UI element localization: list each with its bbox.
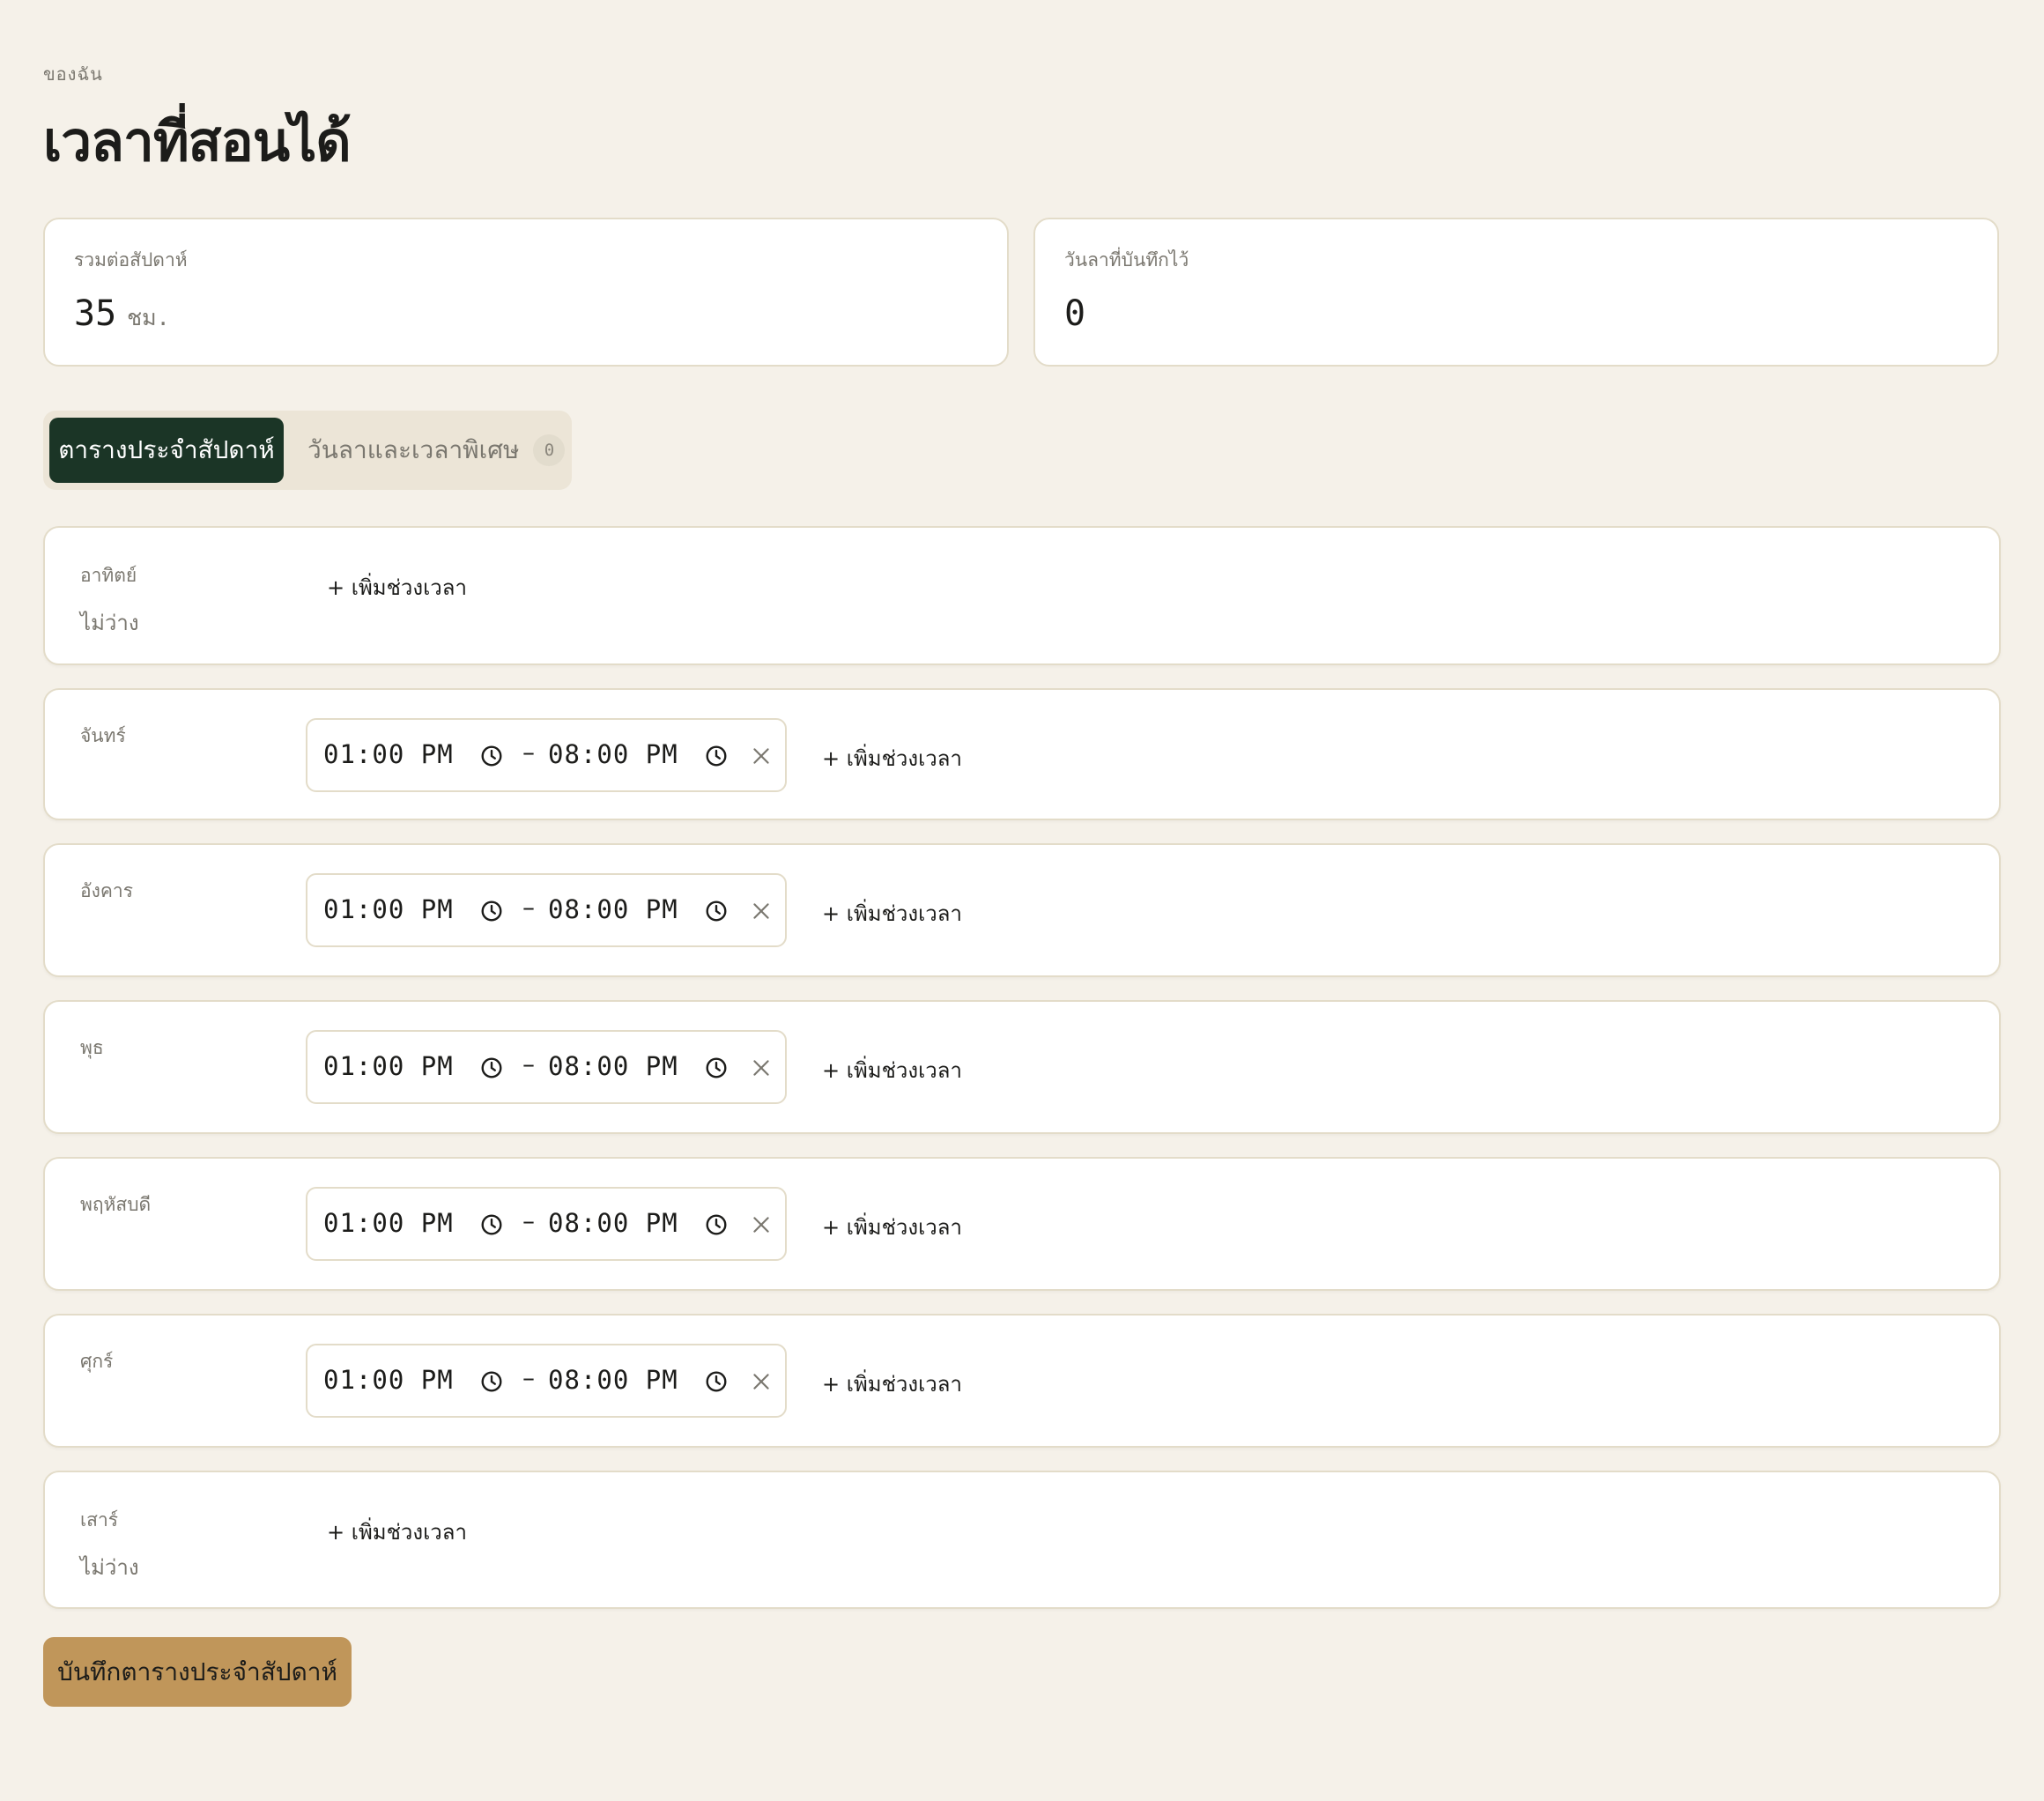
- leave-days-card: วันลาที่บันทึกไว้ 0: [1033, 218, 1999, 367]
- page-eyebrow: ของฉัน: [43, 63, 103, 85]
- day-name: อาทิตย์: [80, 565, 137, 586]
- time-slot: 01:00 PM – 08:00 PM: [306, 1030, 787, 1104]
- leave-days-value: 0: [1064, 293, 1086, 334]
- end-time-input[interactable]: 08:00 PM: [548, 1208, 678, 1238]
- end-time-input[interactable]: 08:00 PM: [548, 739, 678, 769]
- add-slot-button[interactable]: + เพิ่มช่วงเวลา: [822, 741, 962, 775]
- schedule-tabs: ตารางประจำสัปดาห์ วันลาและเวลาพิเศษ 0: [43, 411, 572, 490]
- close-icon[interactable]: [750, 745, 773, 767]
- add-slot-button[interactable]: + เพิ่มช่วงเวลา: [822, 1053, 962, 1087]
- close-icon[interactable]: [750, 1370, 773, 1393]
- clock-icon[interactable]: [480, 745, 503, 767]
- clock-icon[interactable]: [480, 1370, 503, 1393]
- start-time-input[interactable]: 01:00 PM: [323, 1208, 454, 1238]
- clock-icon[interactable]: [480, 1213, 503, 1236]
- add-slot-button[interactable]: + เพิ่มช่วงเวลา: [822, 1210, 962, 1244]
- day-name: พุธ: [80, 1037, 104, 1058]
- tab-weekly-label: ตารางประจำสัปดาห์: [58, 435, 275, 464]
- range-separator: –: [522, 893, 535, 922]
- weekly-total-value: 35 ชม.: [74, 293, 170, 336]
- add-slot-button[interactable]: + เพิ่มช่วงเวลา: [822, 1367, 962, 1401]
- clock-icon[interactable]: [705, 1370, 728, 1393]
- day-card-saturday: เสาร์ ไม่ว่าง + เพิ่มช่วงเวลา: [43, 1471, 2001, 1609]
- clock-icon[interactable]: [705, 1213, 728, 1236]
- range-separator: –: [522, 1363, 535, 1392]
- start-time-input[interactable]: 01:00 PM: [323, 1365, 454, 1395]
- weekly-total-label: รวมต่อสัปดาห์: [74, 249, 188, 271]
- day-name: จันทร์: [80, 725, 126, 746]
- range-separator: –: [522, 1049, 535, 1078]
- clock-icon[interactable]: [480, 900, 503, 923]
- time-slot: 01:00 PM – 08:00 PM: [306, 1187, 787, 1261]
- clock-icon[interactable]: [705, 900, 728, 923]
- start-time-input[interactable]: 01:00 PM: [323, 1051, 454, 1081]
- tab-weekly-schedule[interactable]: ตารางประจำสัปดาห์: [49, 418, 284, 483]
- day-card-wednesday: พุธ 01:00 PM – 08:00 PM + เพิ่มช่วงเวลา: [43, 1000, 2001, 1134]
- time-slot: 01:00 PM – 08:00 PM: [306, 718, 787, 792]
- day-card-sunday: อาทิตย์ ไม่ว่าง + เพิ่มช่วงเวลา: [43, 526, 2001, 665]
- day-name: อังคาร: [80, 880, 133, 901]
- weekly-total-card: รวมต่อสัปดาห์ 35 ชม.: [43, 218, 1009, 367]
- start-time-input[interactable]: 01:00 PM: [323, 894, 454, 924]
- add-slot-button[interactable]: + เพิ่มช่วงเวลา: [327, 1515, 467, 1549]
- tab-special-count-badge: 0: [533, 434, 566, 466]
- add-slot-button[interactable]: + เพิ่มช่วงเวลา: [327, 570, 467, 604]
- day-card-monday: จันทร์ 01:00 PM – 08:00 PM + เพิ่มช่วงเว…: [43, 688, 2001, 820]
- close-icon[interactable]: [750, 900, 773, 923]
- day-status: ไม่ว่าง: [80, 1555, 139, 1580]
- end-time-input[interactable]: 08:00 PM: [548, 1051, 678, 1081]
- save-weekly-schedule-button[interactable]: บันทึกตารางประจำสัปดาห์: [43, 1637, 352, 1707]
- clock-icon[interactable]: [705, 745, 728, 767]
- clock-icon[interactable]: [705, 1056, 728, 1079]
- range-separator: –: [522, 737, 535, 767]
- day-status: ไม่ว่าง: [80, 611, 139, 635]
- day-card-friday: ศุกร์ 01:00 PM – 08:00 PM + เพิ่มช่วงเวล…: [43, 1314, 2001, 1448]
- tab-special-label: วันลาและเวลาพิเศษ: [307, 435, 520, 464]
- day-card-tuesday: อังคาร 01:00 PM – 08:00 PM + เพิ่มช่วงเว…: [43, 843, 2001, 977]
- start-time-input[interactable]: 01:00 PM: [323, 739, 454, 769]
- end-time-input[interactable]: 08:00 PM: [548, 894, 678, 924]
- time-slot: 01:00 PM – 08:00 PM: [306, 1344, 787, 1418]
- day-name: พฤหัสบดี: [80, 1194, 152, 1215]
- weekly-total-unit: ชม.: [127, 305, 170, 330]
- close-icon[interactable]: [750, 1056, 773, 1079]
- tab-leave-special-hours[interactable]: วันลาและเวลาพิเศษ 0: [307, 418, 566, 483]
- clock-icon[interactable]: [480, 1056, 503, 1079]
- page-title: เวลาที่สอนได้: [43, 109, 352, 174]
- leave-days-label: วันลาที่บันทึกไว้: [1064, 249, 1189, 271]
- day-name: เสาร์: [80, 1509, 119, 1530]
- time-slot: 01:00 PM – 08:00 PM: [306, 873, 787, 947]
- end-time-input[interactable]: 08:00 PM: [548, 1365, 678, 1395]
- weekly-total-number: 35: [74, 293, 117, 334]
- day-name: ศุกร์: [80, 1351, 114, 1372]
- add-slot-button[interactable]: + เพิ่มช่วงเวลา: [822, 896, 962, 930]
- day-card-thursday: พฤหัสบดี 01:00 PM – 08:00 PM + เพิ่มช่วง…: [43, 1157, 2001, 1291]
- range-separator: –: [522, 1206, 535, 1235]
- close-icon[interactable]: [750, 1213, 773, 1236]
